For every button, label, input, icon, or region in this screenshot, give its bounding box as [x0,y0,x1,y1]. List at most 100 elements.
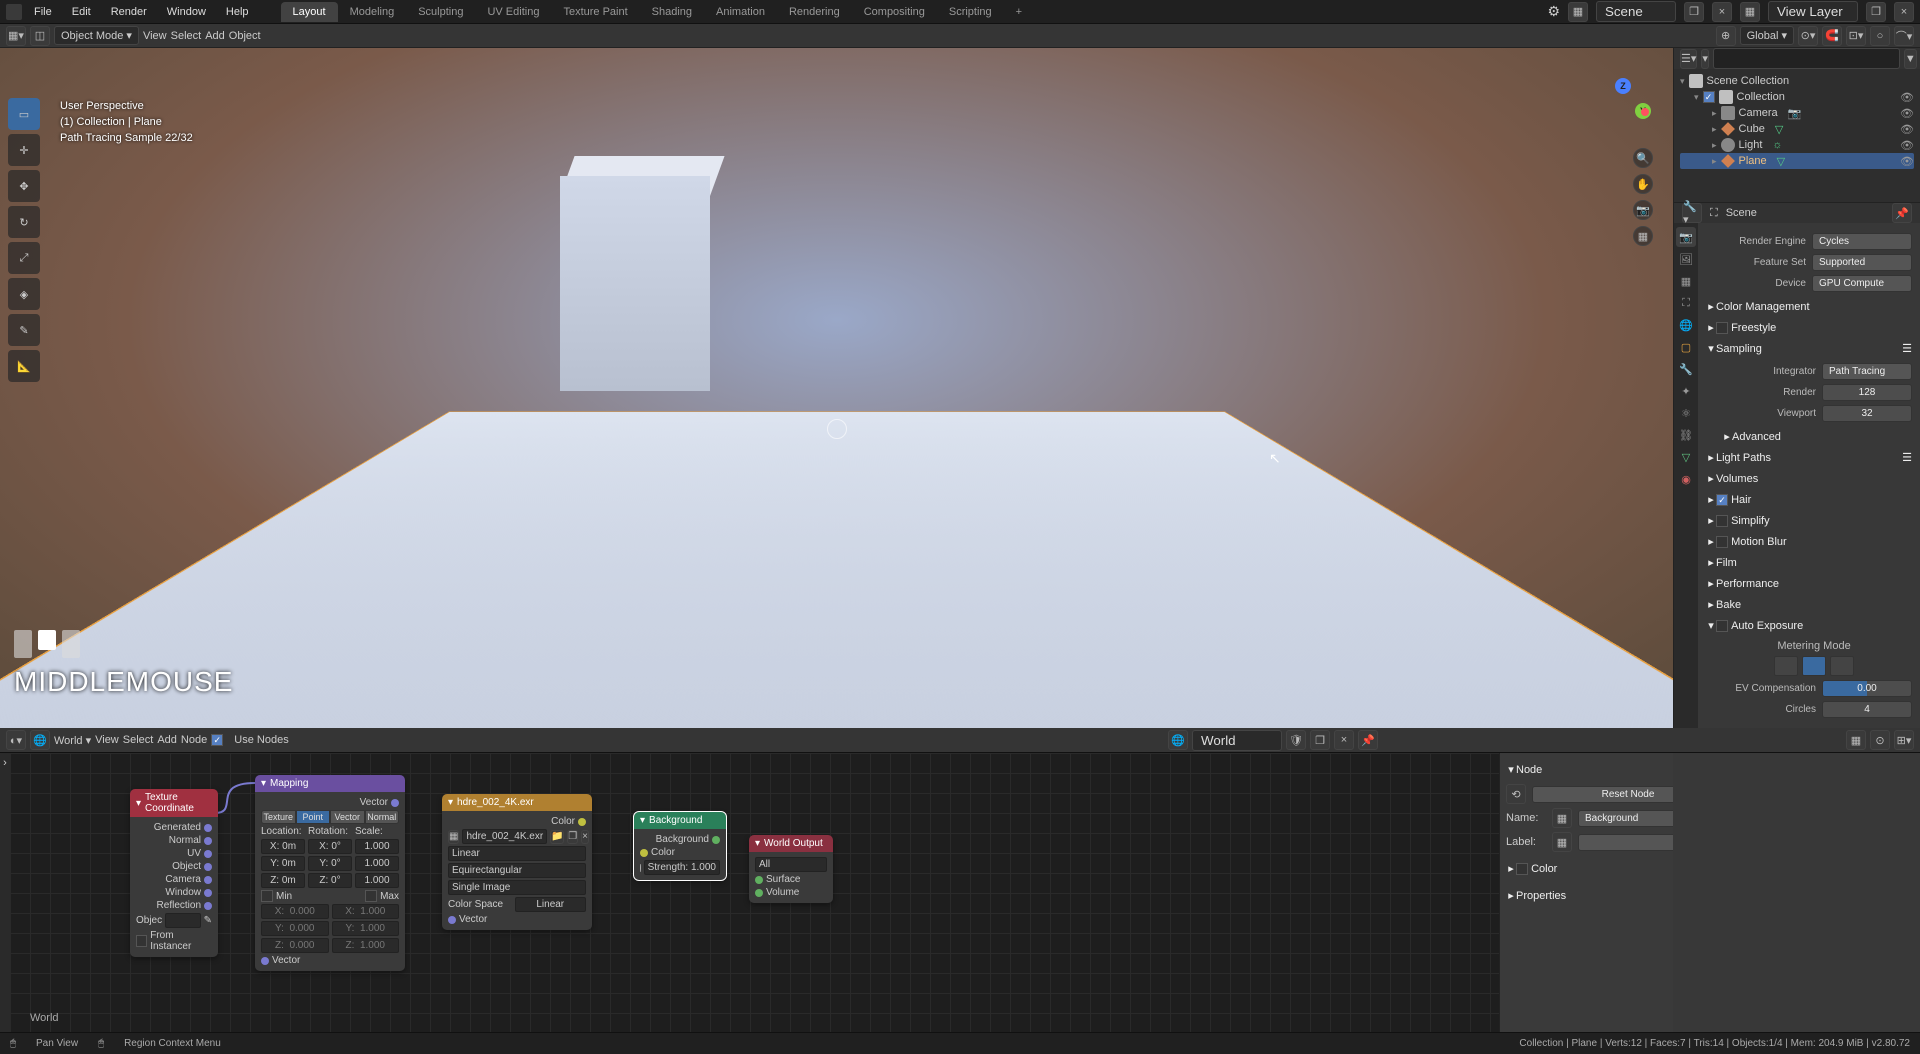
output-tab-icon[interactable]: 🖼 [1676,249,1696,269]
tab-compositing[interactable]: Compositing [852,2,937,22]
mapping-normal-tab[interactable]: Normal [365,810,400,824]
max-z[interactable]: Z: 1.000 [332,938,400,953]
tab-sculpting[interactable]: Sculpting [406,2,475,22]
filter-icon[interactable]: ▼ [1904,49,1917,69]
settings-icon[interactable]: ⚙ [1547,3,1560,20]
img-unlink-icon[interactable]: × [581,830,589,844]
orientation-gizmo[interactable]: Z Y [1593,78,1653,138]
viewlayer-delete-icon[interactable]: × [1894,2,1914,22]
projection-select[interactable]: Equirectangular [448,863,586,878]
bake-panel[interactable]: ▸Bake [1706,594,1912,615]
node-pin-icon[interactable]: 📌 [1358,730,1378,750]
collection-checkbox[interactable] [1703,91,1715,103]
film-panel[interactable]: ▸Film [1706,552,1912,573]
interp-select[interactable]: Linear [448,846,586,861]
tab-animation[interactable]: Animation [704,2,777,22]
camera-view-icon[interactable]: 📷 [1633,200,1653,220]
render-engine-select[interactable]: Cycles [1812,233,1912,250]
from-instancer-checkbox[interactable] [136,935,147,947]
object-field[interactable] [165,913,200,928]
expand-tray-icon[interactable]: › [0,753,10,1032]
outliner-display-icon[interactable]: ▾ [1701,49,1709,69]
tab-layout[interactable]: Layout [281,2,338,22]
colorspace-select[interactable]: Linear [515,897,587,912]
outliner-type-icon[interactable]: ☰▾ [1680,49,1697,69]
simplify-checkbox[interactable] [1716,515,1728,527]
min-z[interactable]: Z: 0.000 [261,938,329,953]
window-menu[interactable]: Window [159,4,214,20]
3d-viewport[interactable]: ▭ ✛ ✥ ↻ ⤢ ◈ ✎ 📐 User Perspective (1) Col… [0,48,1673,728]
rot-z[interactable]: Z: 0° [308,873,352,888]
snap-toggle[interactable]: 🧲 [1822,26,1842,46]
nodecolor-checkbox[interactable] [1516,863,1528,875]
world-selector[interactable]: World ▾ [54,734,91,747]
proportional-type-icon[interactable]: ⌒▾ [1894,26,1914,46]
scale-tool[interactable]: ⤢ [8,242,40,274]
data-tab-icon[interactable]: ▽ [1676,447,1696,467]
texture-coordinate-node[interactable]: ▾Texture Coordinate Generated Normal UV … [130,789,218,957]
editor-type-icon[interactable]: ▦▾ [6,26,26,46]
scale-z[interactable]: 1.000 [355,873,399,888]
feature-set-select[interactable]: Supported [1812,254,1912,271]
snap-node-type-icon[interactable]: ⊞▾ [1894,730,1914,750]
ev-comp-input[interactable]: 0.00 [1822,680,1912,697]
pan-icon[interactable]: ✋ [1633,174,1653,194]
plane-row[interactable]: ▸Plane▽👁 [1680,153,1914,169]
outliner-search-input[interactable] [1713,48,1900,69]
mapping-node[interactable]: ▾Mapping Vector Texture Point Vector Nor… [255,775,405,971]
physics-tab-icon[interactable]: ⚛ [1676,403,1696,423]
snap-node-icon[interactable]: ⊙ [1870,730,1890,750]
sampling-panel[interactable]: ▾Sampling☰ [1706,338,1912,359]
hair-checkbox[interactable] [1716,494,1728,506]
viewlayer-name-field[interactable] [1768,1,1858,22]
rot-y[interactable]: Y: 0° [308,856,352,871]
min-y[interactable]: Y: 0.000 [261,921,329,936]
device-select[interactable]: GPU Compute [1812,275,1912,292]
cube-object[interactable] [560,176,710,391]
scene-tab-icon[interactable]: ⛶ [1676,293,1696,313]
background-node[interactable]: ▾Background Background Color Strength: 1… [634,812,726,880]
transform-tool[interactable]: ◈ [8,278,40,310]
material-tab-icon[interactable]: ◉ [1676,469,1696,489]
environment-texture-node[interactable]: ▾hdre_002_4K.exr Color ▦hdre_002_4K.exr📁… [442,794,592,930]
frame-select[interactable]: Single Image [448,880,586,895]
world-new-icon[interactable]: ❐ [1310,730,1330,750]
refresh-icon[interactable]: ⟲ [1506,784,1526,804]
img-open-icon[interactable]: 📁 [550,830,564,844]
img-new-icon[interactable]: ❐ [567,830,578,844]
metering-2[interactable] [1802,656,1826,676]
measure-tool[interactable]: 📐 [8,350,40,382]
tab-scripting[interactable]: Scripting [937,2,1004,22]
tab-uv[interactable]: UV Editing [475,2,551,22]
auto-exposure-panel[interactable]: ▾ Auto Exposure [1706,615,1912,636]
proportional-toggle[interactable]: ○ [1870,26,1890,46]
freestyle-panel[interactable]: ▸ Freestyle [1706,317,1912,338]
move-tool[interactable]: ✥ [8,170,40,202]
world-delete-icon[interactable]: × [1334,730,1354,750]
node-menu[interactable]: Node [181,734,207,746]
props-type-icon[interactable]: 🔧▾ [1682,203,1702,223]
annotate-tool[interactable]: ✎ [8,314,40,346]
autoexposure-checkbox[interactable] [1716,620,1728,632]
label-browse-icon[interactable]: ▦ [1552,832,1572,852]
mode-icon[interactable]: ◫ [30,26,50,46]
max-y[interactable]: Y: 1.000 [332,921,400,936]
visibility-icon[interactable]: 👁 [1900,91,1914,104]
add-workspace-icon[interactable]: + [1004,2,1034,22]
pin-icon[interactable]: 📌 [1892,203,1912,223]
preset-icon[interactable]: ☰ [1902,451,1912,464]
edit-menu[interactable]: Edit [64,4,99,20]
world-output-node[interactable]: ▾World Output All Surface Volume [749,835,833,903]
light-row[interactable]: ▸Light☼👁 [1680,137,1914,153]
node-select-menu[interactable]: Select [123,734,154,746]
color-mgmt-panel[interactable]: ▸Color Management [1706,296,1912,317]
image-field[interactable]: hdre_002_4K.exr [462,829,547,844]
scene-browse-icon[interactable]: ▦ [1568,2,1588,22]
pivot-icon[interactable]: ⊙▾ [1798,26,1818,46]
cursor-tool[interactable]: ✛ [8,134,40,166]
camera-row[interactable]: ▸Camera📷👁 [1680,105,1914,121]
world-shader-icon[interactable]: 🌐 [30,730,50,750]
tab-shading[interactable]: Shading [640,2,704,22]
light-paths-panel[interactable]: ▸Light Paths☰ [1706,447,1912,468]
metering-1[interactable] [1774,656,1798,676]
